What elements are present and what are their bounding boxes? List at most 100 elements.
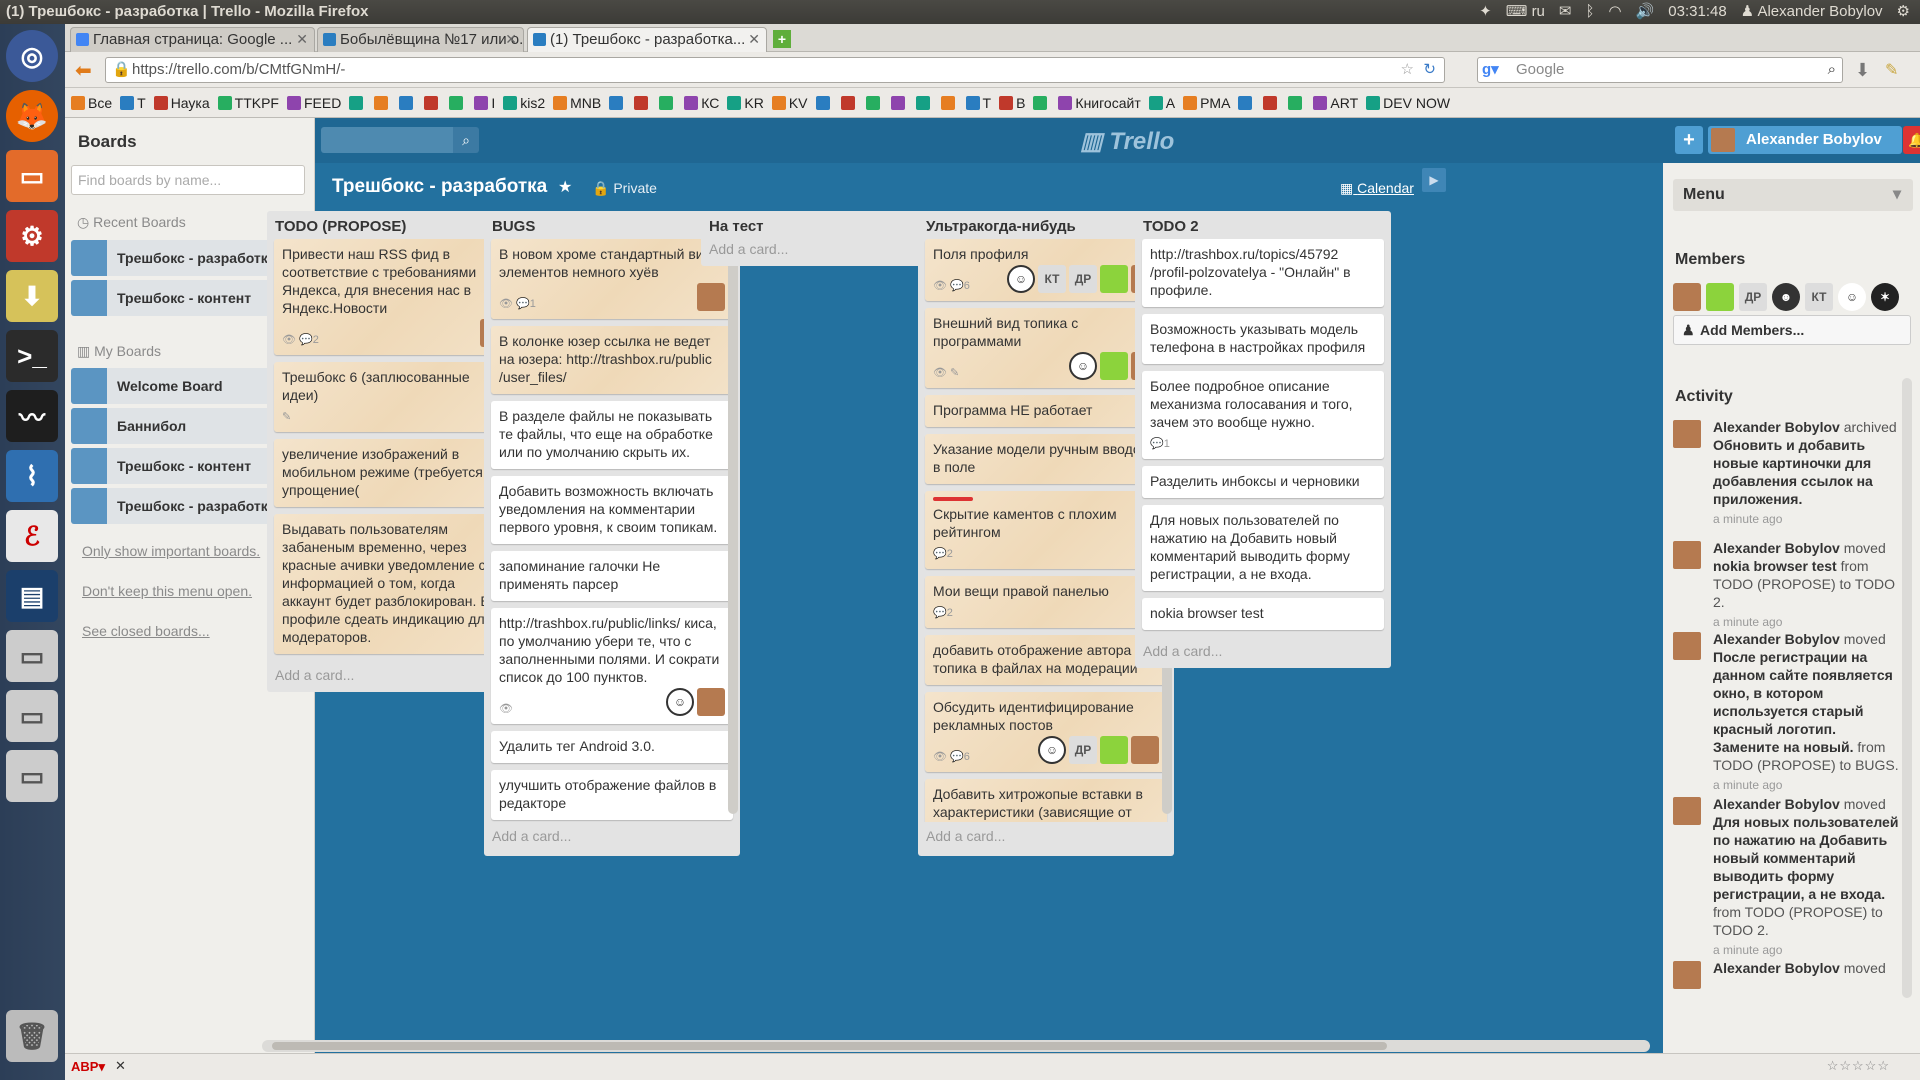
magnifier-icon[interactable]: ⌕ (1828, 58, 1836, 82)
card[interactable]: Возможность указывать модель телефона в … (1142, 314, 1384, 364)
card[interactable]: увеличение изображений в мобильном режим… (274, 439, 516, 507)
horizontal-scrollbar-thumb[interactable] (272, 1042, 1387, 1050)
see-closed-boards-link[interactable]: See closed boards... (82, 623, 210, 639)
reload-icon[interactable]: ↻ (1423, 58, 1436, 82)
bookmark-item[interactable] (634, 95, 651, 110)
card[interactable]: Обсудить идентифицирование рекламных пос… (925, 692, 1167, 772)
settings-gear-icon[interactable]: ⚙ (1897, 0, 1910, 24)
search-icon[interactable]: ⌕ (453, 127, 479, 153)
bookmark-item[interactable] (1263, 95, 1280, 110)
card[interactable]: запоминание галочки Не применять парсер (491, 551, 733, 601)
notifications-bell-icon[interactable]: 🔔 (1903, 126, 1920, 154)
pdf-reader-icon[interactable]: ℰ (6, 510, 58, 562)
downloads-arrow-icon[interactable]: ⬇ (1855, 60, 1870, 81)
trello-logo[interactable]: ▥ Trello (1080, 127, 1174, 156)
activity-user[interactable]: Alexander Bobylov (1713, 540, 1840, 556)
find-boards-input[interactable]: Find boards by name... (71, 165, 305, 195)
member-avatar[interactable]: ☻ (1772, 283, 1800, 311)
bookmark-item[interactable]: Книгосайт (1058, 95, 1141, 111)
bookmark-item[interactable]: В (999, 95, 1025, 111)
list-title[interactable]: TODO 2 (1135, 211, 1391, 239)
bookmark-star-icon[interactable]: ☆ (1401, 58, 1414, 82)
bookmark-item[interactable]: А (1148, 95, 1175, 111)
bookmark-item[interactable]: КС (684, 95, 719, 111)
activity-card-link[interactable]: Для новых пользователей по нажатию на До… (1713, 814, 1898, 902)
member-avatar[interactable]: ☺ (1007, 265, 1035, 293)
card[interactable]: Трешбокс 6 (заплюсованные идеи) ✎ (274, 362, 516, 432)
tab-trello[interactable]: (1) Трешбокс - разработка... ✕ (527, 27, 767, 52)
url-bar[interactable]: 🔒 https://trello.com/b/CMtfGNmH/- ☆ ↻ (105, 57, 1445, 83)
mail-icon[interactable]: ✉ (1559, 0, 1572, 24)
close-tab-icon[interactable]: ✕ (296, 28, 308, 51)
bookmark-item[interactable] (609, 95, 626, 110)
card[interactable]: Поля профиля 👁 💬6 ☺ КТ ДР (925, 239, 1167, 301)
add-card-link[interactable]: Add a card... (1135, 637, 1391, 668)
firefox-icon[interactable]: 🦊 (6, 90, 58, 142)
member-avatar[interactable] (1100, 352, 1128, 380)
trash-icon[interactable]: 🗑 (6, 1010, 58, 1062)
card[interactable]: Удалить тег Android 3.0. (491, 731, 733, 763)
member-avatar[interactable]: ☺ (1838, 283, 1866, 311)
bookmark-item[interactable]: Т (965, 95, 991, 111)
avatar[interactable] (1673, 420, 1701, 448)
clock[interactable]: 03:31:48 (1668, 0, 1726, 24)
card[interactable]: http://trashbox.ru/topics/45792 /profil-… (1142, 239, 1384, 307)
card[interactable]: nokia browser test (1142, 598, 1384, 630)
adblock-icon[interactable]: ABP▾ (71, 1059, 105, 1075)
activity-card-link[interactable]: nokia browser test (1713, 558, 1837, 574)
dont-keep-menu-open-link[interactable]: Don't keep this menu open. (82, 583, 252, 599)
wifi-icon[interactable]: ◠ (1609, 0, 1622, 24)
add-plus-button[interactable]: + (1675, 126, 1703, 154)
bookmark-item[interactable] (399, 95, 416, 110)
dash-home-icon[interactable]: ◎ (6, 30, 58, 82)
bookmark-item[interactable]: I (474, 95, 495, 111)
activity-user[interactable]: Alexander Bobylov (1713, 796, 1840, 812)
activity-user[interactable]: Alexander Bobylov (1713, 960, 1840, 976)
bookmark-item[interactable]: Т (120, 95, 146, 111)
member-avatar[interactable] (1131, 736, 1159, 764)
tab-bobylyovshina[interactable]: Бобылёвщина №17 или о... ✕ (317, 27, 524, 52)
new-tab-plus-icon[interactable]: + (773, 30, 791, 48)
close-tab-icon[interactable]: ✕ (748, 28, 760, 51)
bookmark-item[interactable] (349, 95, 366, 110)
bookmark-item[interactable] (1238, 95, 1255, 110)
card[interactable]: В новом хроме стандартный вид элементов … (491, 239, 733, 319)
menu-header[interactable]: Menu ▾ (1673, 179, 1913, 211)
window-switcher-icon[interactable]: ▤ (6, 570, 58, 622)
add-members-button[interactable]: ♟ Add Members... (1673, 315, 1911, 345)
member-avatar[interactable]: КТ (1805, 283, 1833, 311)
member-avatar[interactable] (697, 688, 725, 716)
bookmark-item[interactable] (1288, 95, 1305, 110)
member-avatar[interactable]: ☺ (666, 688, 694, 716)
visibility-private[interactable]: 🔒 Private (592, 180, 657, 197)
card[interactable]: Программа НЕ работает (925, 395, 1167, 427)
add-card-link[interactable]: Add a card... (484, 822, 740, 853)
collapse-menu-arrow-icon[interactable]: ▶ (1422, 168, 1446, 192)
user-menu-button[interactable]: Alexander Bobylov (1708, 126, 1902, 154)
bookmark-item[interactable]: TTKPF (217, 95, 279, 111)
card[interactable]: Указание модели ручным вводом в поле (925, 434, 1167, 484)
downloads-icon[interactable]: ⬇ (6, 270, 58, 322)
card[interactable]: Более подробное описание механизма голос… (1142, 371, 1384, 459)
card[interactable]: Разделить инбоксы и черновики (1142, 466, 1384, 498)
card[interactable]: Мои вещи правой панелью 💬2 (925, 576, 1167, 628)
only-important-boards-link[interactable]: Only show important boards. (82, 543, 260, 559)
terminal-icon[interactable]: >_ (6, 330, 58, 382)
bookmark-item[interactable]: DEV NOW (1366, 95, 1450, 111)
member-avatar[interactable] (1100, 736, 1128, 764)
card[interactable]: Добавить хитрожопые вставки в характерис… (925, 779, 1167, 822)
bookmark-item[interactable] (424, 95, 441, 110)
files-icon[interactable]: ▭ (6, 150, 58, 202)
bookmark-item[interactable]: KR (727, 95, 764, 111)
list-scrollbar[interactable] (728, 239, 738, 814)
session-user[interactable]: ♟ Alexander Bobylov (1741, 0, 1883, 24)
bookmark-item[interactable] (890, 95, 908, 110)
addon-icon[interactable]: ✎ (1885, 60, 1898, 80)
network-graph-icon[interactable]: ⌇ (6, 450, 58, 502)
bookmark-item[interactable] (865, 95, 883, 110)
card[interactable]: Внешний вид топика с программами 👁 ✎ ☺ (925, 308, 1167, 388)
activity-card-link[interactable]: Обновить и добавить новые картиночки для… (1713, 437, 1873, 507)
keyboard-layout-indicator[interactable]: ⌨ ru (1506, 0, 1545, 24)
member-avatar[interactable] (1673, 283, 1701, 311)
bookmark-item[interactable] (940, 95, 958, 110)
